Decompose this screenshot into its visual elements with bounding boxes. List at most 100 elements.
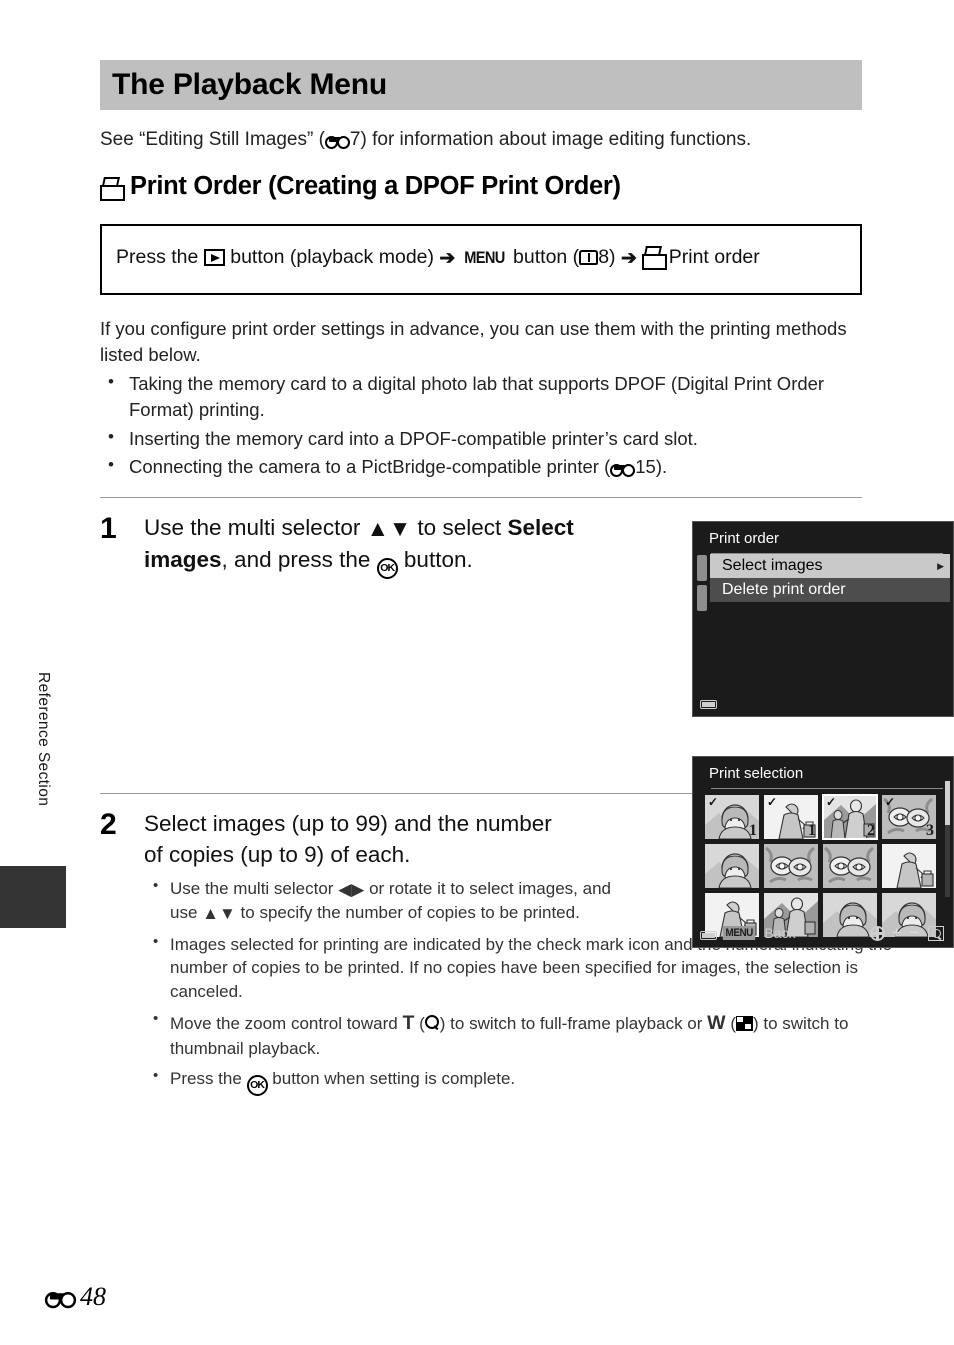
copies-count: 2 bbox=[867, 822, 875, 839]
nav-text-3: button ( bbox=[513, 246, 580, 269]
step-2-number: 2 bbox=[100, 807, 117, 841]
s2b4-b: button when setting is complete. bbox=[272, 1069, 516, 1089]
intro-sentence: See “Editing Still Images” ( 7) for infor… bbox=[100, 127, 862, 152]
intro-ref-number: 7 bbox=[349, 129, 361, 150]
menu-path-box: Press the button (playback mode) ➔ MENU … bbox=[100, 224, 862, 295]
scrollbar-thumb[interactable] bbox=[945, 781, 950, 825]
divider-1 bbox=[100, 496, 862, 498]
step-1-instruction: Use the multi selector ▲▼ to select Sele… bbox=[144, 512, 614, 579]
page-title: The Playback Menu bbox=[112, 68, 388, 101]
battery-icon bbox=[700, 700, 717, 709]
print-order-icon-2 bbox=[642, 246, 668, 271]
menu-item-label: Select images bbox=[722, 557, 823, 574]
intro-text-after: ) for information about image editing fu… bbox=[360, 129, 752, 150]
page-content: The Playback Menu See “Editing Still Ima… bbox=[100, 0, 954, 1345]
scrollbar[interactable] bbox=[945, 781, 950, 897]
arrow-right-icon-1: ➔ bbox=[439, 248, 456, 270]
e-symbol-icon-2 bbox=[610, 461, 636, 478]
copies-count: 3 bbox=[926, 822, 934, 839]
manual-book-icon bbox=[579, 250, 599, 266]
updown-arrows-icon: ▲▼ bbox=[366, 515, 412, 541]
check-mark-icon: ✓ bbox=[885, 795, 896, 809]
nav-text-1: Press the bbox=[116, 246, 199, 269]
bullet3-ref: 15 bbox=[635, 456, 656, 478]
menu-badge: MENU bbox=[722, 926, 756, 940]
thumbnail-item[interactable] bbox=[705, 844, 759, 888]
thumbnail-item[interactable] bbox=[764, 844, 818, 888]
nav-book-ref: 8 bbox=[598, 246, 610, 269]
copies-count: 1 bbox=[749, 822, 757, 839]
thumbnail-item[interactable] bbox=[823, 844, 877, 888]
nav-text-5: Print order bbox=[668, 246, 760, 269]
section-thumb-tab bbox=[0, 866, 66, 928]
bullet3-after: ). bbox=[655, 456, 668, 478]
section-heading-label: Print Order (Creating a DPOF Print Order… bbox=[130, 172, 621, 201]
list-item: Inserting the memory card into a DPOF-co… bbox=[100, 425, 862, 452]
magnifier-icon bbox=[424, 1014, 440, 1031]
check-mark-icon: ✓ bbox=[826, 795, 837, 809]
s2b1-a: Use the multi selector bbox=[170, 878, 334, 898]
step-2-bullet-list: Use the multi selector ◀▶ or rotate it t… bbox=[144, 876, 892, 1097]
e-symbol-icon bbox=[324, 133, 350, 149]
playback-button-icon bbox=[203, 249, 225, 267]
bullet3-before: Connecting the camera to a PictBridge-co… bbox=[129, 456, 611, 478]
battery-icon-2 bbox=[700, 931, 717, 940]
step1-text-c: , and press the bbox=[221, 546, 371, 572]
s2b3-c: ) to switch to full-frame playback or bbox=[439, 1013, 703, 1033]
menu-item-label: Delete print order bbox=[722, 581, 846, 598]
arrow-right-icon-2: ➔ bbox=[620, 248, 637, 270]
thumbnail-item[interactable]: ✓ 2 bbox=[822, 794, 878, 840]
ok-button-icon: OK bbox=[376, 557, 398, 579]
s2b4-a: Press the bbox=[170, 1069, 242, 1089]
step1-text-a: Use the multi selector bbox=[144, 514, 361, 540]
leftright-arrows-icon: ◀▶ bbox=[338, 879, 365, 899]
thumbnail-item[interactable]: ✓ 3 bbox=[882, 795, 936, 839]
check-mark-icon: ✓ bbox=[767, 795, 778, 809]
thumbnail-item[interactable]: ✓ 1 bbox=[764, 795, 818, 839]
list-item: Connecting the camera to a PictBridge-co… bbox=[100, 453, 862, 480]
updown-arrows-icon-2: ▲▼ bbox=[202, 904, 236, 924]
section-heading: Print Order (Creating a DPOF Print Order… bbox=[100, 172, 862, 201]
screen-title: Print order bbox=[709, 530, 780, 547]
screen-title: Print selection bbox=[709, 765, 804, 782]
thumbnail-item[interactable] bbox=[882, 844, 936, 888]
page-footer: 48 bbox=[44, 1282, 106, 1312]
camera-screen-print-selection: Print selection ✓ 1 ✓ 1 ✓ 2 ✓ 3 MENU Back + − bbox=[692, 756, 954, 948]
check-mark-icon: ✓ bbox=[708, 795, 719, 809]
s2b1-c: to specify the number of copies to be pr… bbox=[240, 903, 580, 923]
s2b3-a: Move the zoom control toward bbox=[170, 1013, 398, 1033]
list-item: Taking the memory card to a digital phot… bbox=[100, 370, 862, 424]
step-1-number: 1 bbox=[100, 511, 117, 545]
nav-text-4: ) bbox=[609, 246, 616, 269]
step1-text-b: to select bbox=[417, 514, 502, 540]
chevron-right-icon: ▶ bbox=[937, 560, 944, 571]
intro-text-before: See “Editing Still Images” ( bbox=[100, 129, 325, 150]
ok-button-icon-2: OK bbox=[246, 1075, 268, 1097]
print-order-icon bbox=[100, 177, 125, 201]
page-number: 48 bbox=[80, 1282, 106, 1311]
copies-count: 1 bbox=[808, 822, 816, 839]
screen-bottom-bar: MENU Back + − bbox=[693, 919, 953, 947]
menu-item-select-images[interactable]: Select images ▶ bbox=[710, 554, 950, 578]
intro-paragraph: If you configure print order settings in… bbox=[100, 317, 847, 366]
menu-item-delete-print-order[interactable]: Delete print order bbox=[710, 578, 950, 602]
back-label[interactable]: Back bbox=[764, 925, 795, 941]
e-symbol-icon-footer bbox=[44, 1288, 77, 1309]
nav-text-2: button (playback mode) bbox=[230, 246, 434, 269]
page-title-bar: The Playback Menu bbox=[100, 60, 862, 110]
list-item: Move the zoom control toward T () to swi… bbox=[144, 1009, 892, 1060]
multi-selector-icon bbox=[869, 925, 885, 941]
zoom-t-label: T bbox=[402, 1011, 415, 1034]
zoom-w-label: W bbox=[707, 1011, 726, 1034]
menu-tab-marker-2 bbox=[697, 585, 707, 611]
intro-bullet-list: Taking the memory card to a digital phot… bbox=[100, 370, 862, 481]
list-item: Press the OK button when setting is comp… bbox=[144, 1066, 892, 1097]
step-2-instruction: Select images (up to 99) and the number … bbox=[144, 810, 552, 867]
plus-minus-label: + − bbox=[891, 923, 921, 942]
menu-tab-marker-1 bbox=[697, 555, 707, 581]
zoom-magnifier-icon bbox=[928, 925, 944, 941]
thumbnail-item[interactable]: ✓ 1 bbox=[705, 795, 759, 839]
thumbnail-grid[interactable]: ✓ 1 ✓ 1 ✓ 2 ✓ 3 bbox=[693, 789, 953, 937]
camera-screen-print-order: Print order Select images ▶ Delete print… bbox=[692, 521, 954, 717]
thumbnail-icon bbox=[735, 1015, 753, 1031]
